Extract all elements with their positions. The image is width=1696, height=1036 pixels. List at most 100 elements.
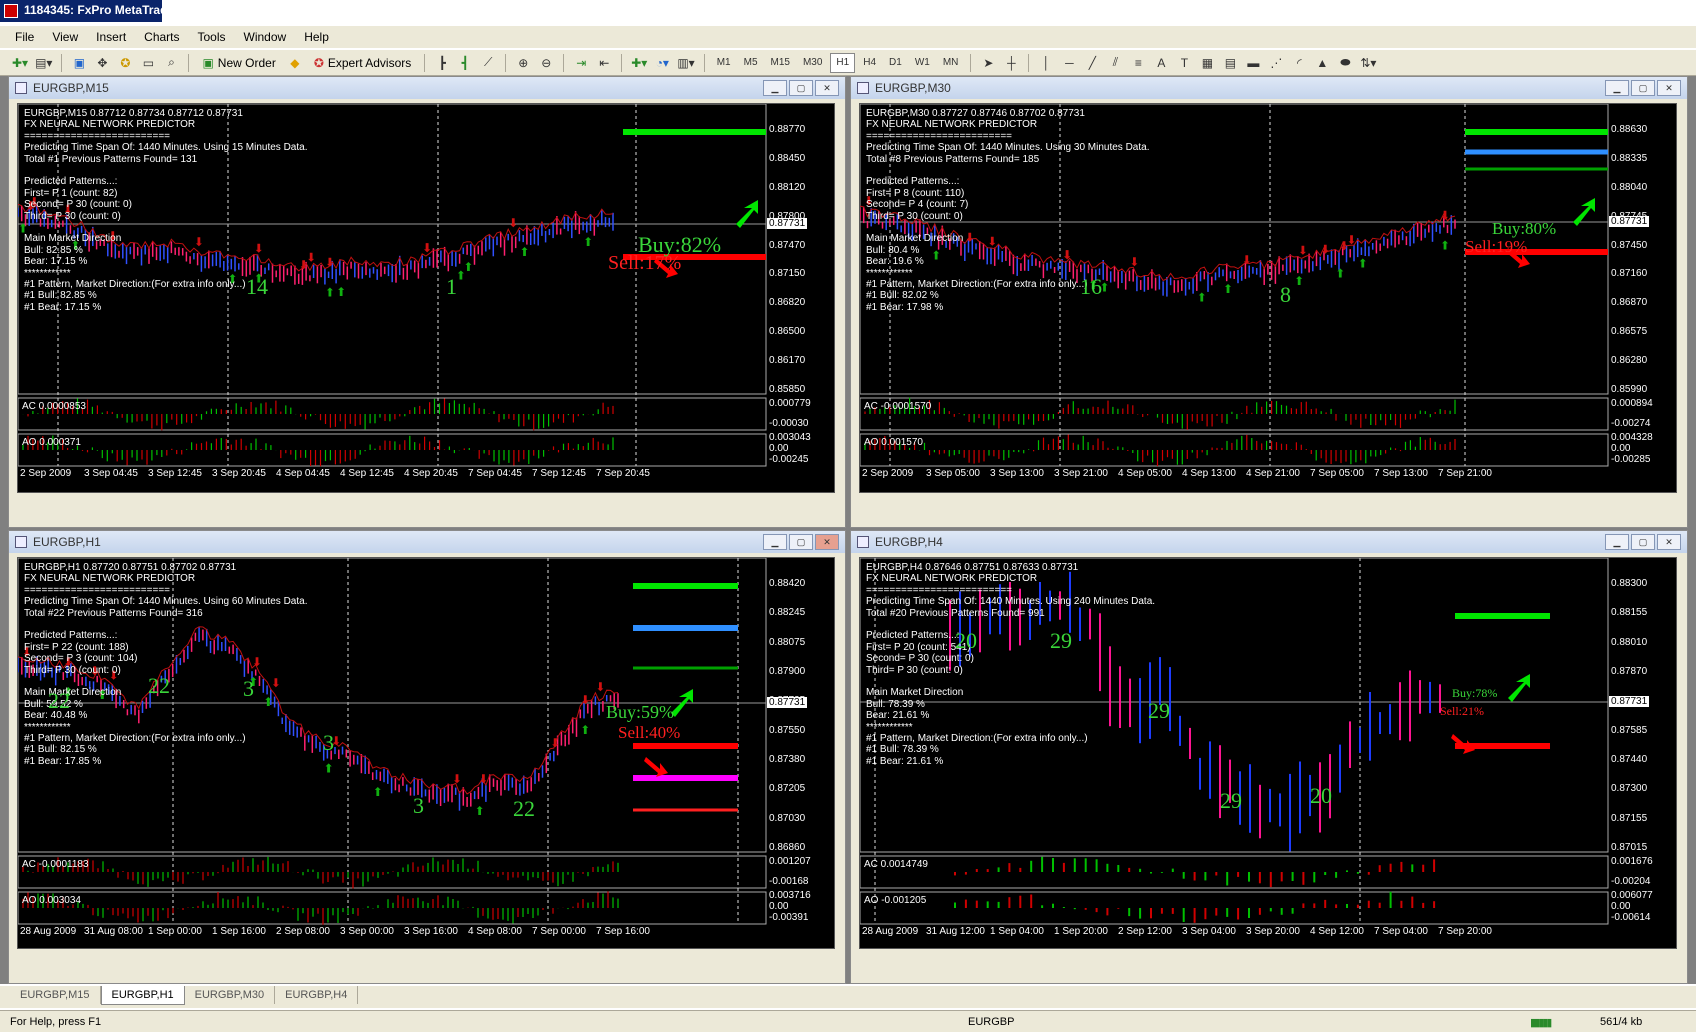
periods-icon[interactable]: ◔▾: [652, 53, 672, 73]
chart-area[interactable]: ⬇ ⬇ ⬇ ⬇ ⬇ ⬇ ⬇ ⬇ ⬇ ⬇ ⬇ ⬇ ⬆ ⬆ ⬆ ⬆ ⬆ ⬆ ⬆ ⬆ ⬆ ⬆ EURGBP,H1 0.87720 …: [17, 557, 835, 949]
price-label: 0.87155: [1611, 813, 1648, 824]
tf-m5[interactable]: M5: [739, 53, 763, 73]
tab-eurgbp-h1[interactable]: EURGBP,H1: [100, 986, 185, 1005]
price-label: 0.86575: [1611, 326, 1648, 337]
ac-scale-bottom: -0.00274: [1611, 418, 1651, 429]
toolbar: ✚▾ ▤▾ ▣ ✥ ✪ ▭ ⌕ ▣ New Order ◆ ✪ Expert Adv…: [0, 50, 1696, 76]
indicators-icon[interactable]: ✚▾: [629, 53, 649, 73]
trendline-icon[interactable]: ╱: [1082, 53, 1102, 73]
expert-advisors-button[interactable]: ✪ Expert Advisors: [308, 53, 417, 73]
horizontal-line-icon[interactable]: ─: [1059, 53, 1079, 73]
app-title: 1184345: FxPro MetaTrad: [24, 3, 162, 17]
tf-w1[interactable]: W1: [910, 53, 935, 73]
crosshair-icon[interactable]: ┼: [1001, 53, 1021, 73]
menu-help[interactable]: Help: [295, 30, 338, 44]
maximize-button[interactable]: ▢: [1631, 534, 1655, 550]
price-label: 0.88335: [1611, 153, 1648, 164]
info-line: Third= P 30 (count: 0): [866, 664, 963, 676]
tf-m30[interactable]: M30: [798, 53, 827, 73]
chart-window-title[interactable]: EURGBP,M30 ▁ ▢ ✕: [851, 77, 1687, 99]
fibo-arc-icon[interactable]: ◜: [1289, 53, 1309, 73]
chart-window-title[interactable]: EURGBP,H1 ▁ ▢ ✕: [9, 531, 845, 553]
tab-eurgbp-m15[interactable]: EURGBP,M15: [10, 986, 101, 1004]
close-button[interactable]: ✕: [815, 80, 839, 96]
menu-tools[interactable]: Tools: [189, 30, 235, 44]
svg-text:⬇: ⬇: [550, 736, 560, 750]
chart-window-title[interactable]: EURGBP,H4 ▁ ▢ ✕: [851, 531, 1687, 553]
auto-scroll-icon[interactable]: ⇥: [571, 53, 591, 73]
tf-h4[interactable]: H4: [858, 53, 881, 73]
current-price-label: 0.87731: [767, 697, 808, 708]
time-axis-label: 7 Sep 20:00: [1438, 926, 1492, 937]
chart-area[interactable]: EURGBP,H4 0.87646 0.87751 0.87633 0.8773…: [859, 557, 1677, 949]
cursor-icon[interactable]: ➤: [978, 53, 998, 73]
fibo-levels-icon[interactable]: ▦: [1197, 53, 1217, 73]
tab-eurgbp-m30[interactable]: EURGBP,M30: [185, 986, 276, 1004]
chart-shift-icon[interactable]: ⇤: [594, 53, 614, 73]
gann-icon[interactable]: ▤: [1220, 53, 1240, 73]
new-order-button[interactable]: ▣ New Order: [196, 53, 281, 73]
strategy-tester-icon[interactable]: ⌕: [161, 53, 181, 73]
predictor-info: EURGBP,H4 0.87646 0.87751 0.87633 0.8773…: [866, 562, 1155, 767]
minimize-button[interactable]: ▁: [763, 80, 787, 96]
rectangle-icon[interactable]: ▬: [1243, 53, 1263, 73]
info-line: Second= P 30 (count: 0): [24, 199, 132, 211]
info-line: Main Market Direction: [866, 687, 964, 699]
time-axis-label: 4 Sep 21:00: [1246, 468, 1300, 479]
tf-mn[interactable]: MN: [938, 53, 964, 73]
fibo-fan-icon[interactable]: ⋰: [1266, 53, 1286, 73]
terminal-icon[interactable]: ▭: [138, 53, 158, 73]
info-line: FX NEURAL NETWORK PREDICTOR: [24, 573, 196, 585]
data-window-icon[interactable]: ✥: [92, 53, 112, 73]
ac-scale-top: 0.001676: [1611, 856, 1653, 867]
menu-charts[interactable]: Charts: [135, 30, 188, 44]
svg-text:⬇: ⬇: [1346, 233, 1356, 247]
tf-h1[interactable]: H1: [830, 52, 856, 73]
ac-scale-top: 0.000779: [769, 398, 811, 409]
templates-icon[interactable]: ▥▾: [675, 53, 696, 73]
triangle-icon[interactable]: ▲: [1312, 53, 1332, 73]
maximize-button[interactable]: ▢: [1631, 80, 1655, 96]
candlestick-icon[interactable]: ┫: [455, 53, 475, 73]
maximize-button[interactable]: ▢: [789, 534, 813, 550]
new-chart-icon[interactable]: ✚▾: [10, 53, 30, 73]
tf-m1[interactable]: M1: [712, 53, 736, 73]
chart-window-title[interactable]: EURGBP,M15 ▁ ▢ ✕: [9, 77, 845, 99]
menu-view[interactable]: View: [43, 30, 87, 44]
equidistant-channel-icon[interactable]: ⫽: [1105, 53, 1125, 73]
info-line: #1 Bull: 82.15 %: [24, 744, 97, 756]
minimize-button[interactable]: ▁: [1605, 80, 1629, 96]
minimize-button[interactable]: ▁: [763, 534, 787, 550]
zoom-in-icon[interactable]: ⊕: [513, 53, 533, 73]
svg-text:⬆: ⬆: [1294, 274, 1304, 288]
fibonacci-icon[interactable]: ≡: [1128, 53, 1148, 73]
info-line: Total #1 Previous Patterns Found= 131: [24, 153, 198, 165]
text-label-icon[interactable]: T: [1174, 53, 1194, 73]
maximize-button[interactable]: ▢: [789, 80, 813, 96]
arrows-icon[interactable]: ⇅▾: [1358, 53, 1378, 73]
menu-window[interactable]: Window: [235, 30, 296, 44]
close-button[interactable]: ✕: [815, 534, 839, 550]
minimize-button[interactable]: ▁: [1605, 534, 1629, 550]
text-icon[interactable]: A: [1151, 53, 1171, 73]
vertical-line-icon[interactable]: │: [1036, 53, 1056, 73]
menu-insert[interactable]: Insert: [87, 30, 135, 44]
ao-indicator-label: AO 0.003034: [22, 895, 81, 906]
tf-d1[interactable]: D1: [884, 53, 907, 73]
profiles-icon[interactable]: ▤▾: [33, 53, 54, 73]
svg-text:⬇: ⬇: [580, 693, 590, 707]
menu-file[interactable]: File: [6, 30, 43, 44]
ellipse-icon[interactable]: ⬬: [1335, 53, 1355, 73]
tf-m15[interactable]: M15: [766, 53, 795, 73]
chart-area[interactable]: ⬇ ⬇ ⬇ ⬇ ⬇ ⬇ ⬇ ⬇ ⬇ ⬇ ⬇ ⬇ ⬆ ⬆ ⬆ ⬆ ⬆ ⬆ ⬆ ⬆ ⬆ ⬆ EURGBP,M15 0.87712…: [17, 103, 835, 493]
market-watch-icon[interactable]: ▣: [69, 53, 89, 73]
zoom-out-icon[interactable]: ⊖: [536, 53, 556, 73]
line-chart-icon[interactable]: ⟋: [478, 53, 498, 73]
chart-area[interactable]: ⬇ ⬇ ⬇ ⬇ ⬇ ⬇ ⬇ ⬇ ⬇ ⬇ ⬇ ⬇ ⬆ ⬆ ⬆ ⬆ ⬆ ⬆ ⬆ ⬆ ⬆ ⬆ EURGBP,M30 0.87727…: [859, 103, 1677, 493]
tab-eurgbp-h4[interactable]: EURGBP,H4: [275, 986, 359, 1004]
bar-chart-icon[interactable]: ┣: [432, 53, 452, 73]
navigator-icon[interactable]: ✪: [115, 53, 135, 73]
close-button[interactable]: ✕: [1657, 80, 1681, 96]
metaeditor-icon[interactable]: ◆: [285, 53, 305, 73]
close-button[interactable]: ✕: [1657, 534, 1681, 550]
